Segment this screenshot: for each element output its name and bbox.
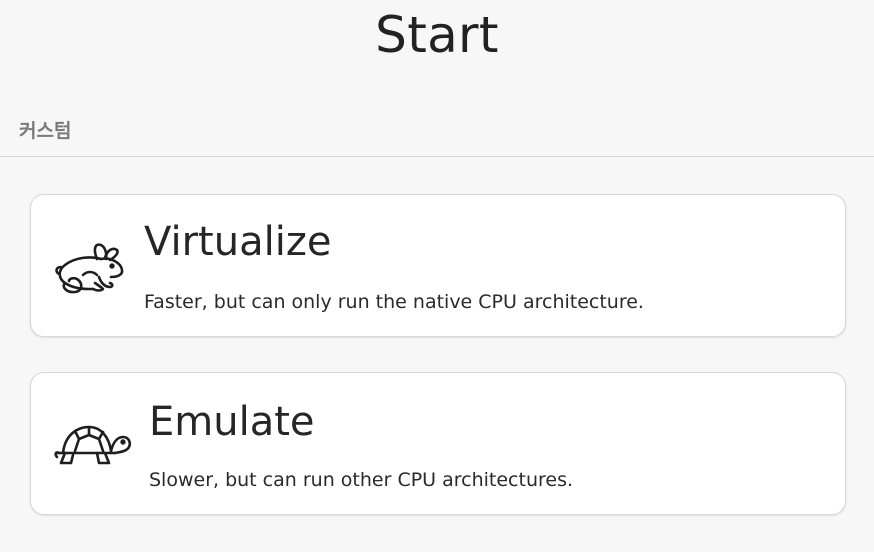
emulate-option-button[interactable]: Emulate Slower, but can run other CPU ar… [30, 372, 846, 515]
option-title: Emulate [149, 399, 315, 445]
option-description: Faster, but can only run the native CPU … [144, 291, 644, 313]
section-header: 커스텀 [19, 120, 72, 142]
rabbit-icon [55, 243, 124, 294]
divider [0, 156, 874, 157]
virtualize-option-button[interactable]: Virtualize Faster, but can only run the … [30, 194, 846, 337]
option-description: Slower, but can run other CPU architectu… [149, 469, 574, 491]
page-title: Start [375, 6, 499, 64]
option-title: Virtualize [144, 219, 332, 265]
turtle-icon [54, 425, 132, 465]
